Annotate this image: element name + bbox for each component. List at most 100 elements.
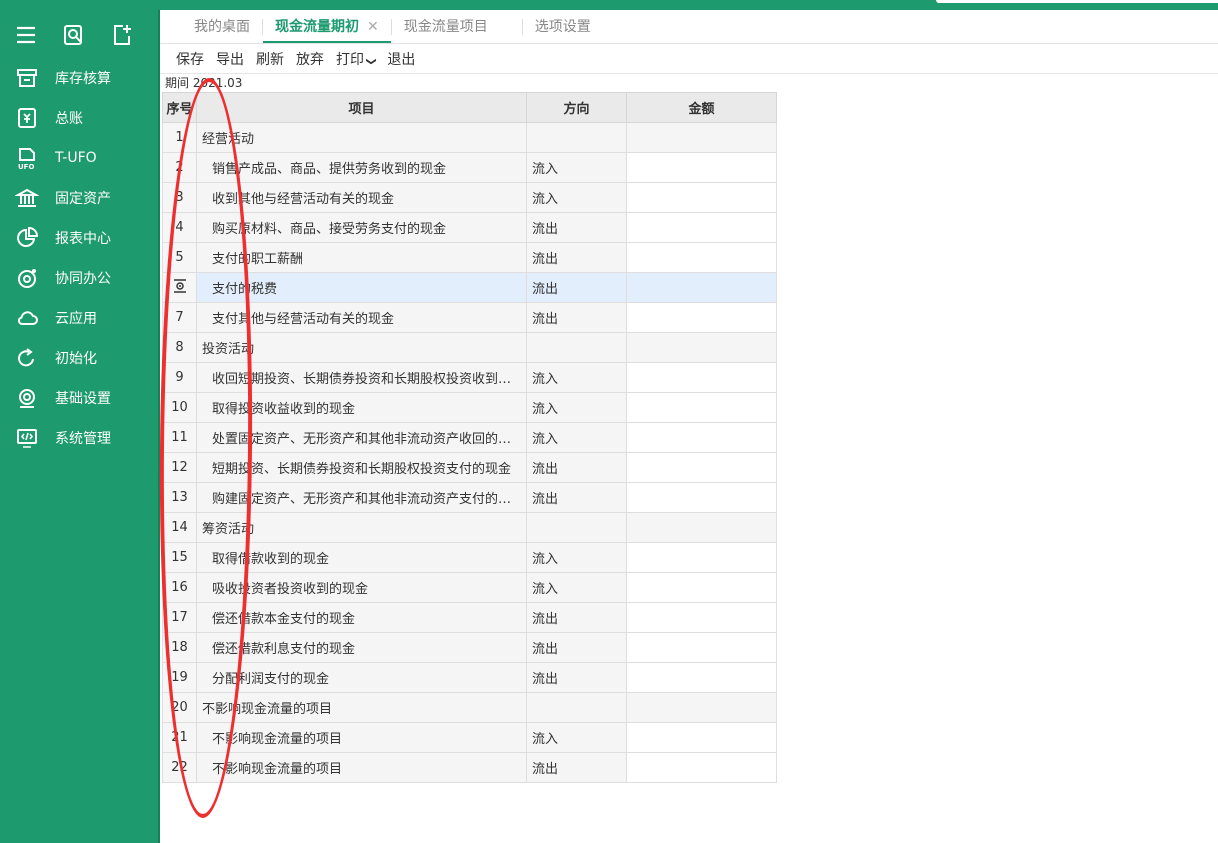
row-direction[interactable]: 流出 [526, 482, 627, 513]
sidebar-item-tufo[interactable]: UFO T-UFO [0, 138, 158, 178]
row-direction[interactable]: 流入 [526, 542, 627, 573]
print-button[interactable]: 打印 ❯ [336, 49, 377, 69]
row-amount[interactable] [626, 362, 777, 393]
row-amount[interactable] [626, 122, 777, 153]
row-direction[interactable]: 流入 [526, 152, 627, 183]
col-header-item[interactable]: 项目 [196, 92, 527, 123]
row-direction[interactable] [526, 122, 627, 153]
hamburger-icon[interactable] [14, 23, 38, 47]
row-item[interactable]: 收回短期投资、长期债券投资和长期股权投资收到… [196, 362, 527, 393]
table-row[interactable]: 18 偿还借款利息支付的现金 流出 [162, 632, 777, 663]
row-item[interactable]: 经营活动 [196, 122, 527, 153]
row-amount[interactable] [626, 662, 777, 693]
row-amount[interactable] [626, 482, 777, 513]
row-direction[interactable]: 流出 [526, 602, 627, 633]
col-header-index[interactable]: 序号 [162, 92, 197, 123]
table-row[interactable]: 21 不影响现金流量的项目 流入 [162, 722, 777, 753]
row-item[interactable]: 吸收投资者投资收到的现金 [196, 572, 527, 603]
row-direction[interactable]: 流入 [526, 572, 627, 603]
row-item[interactable]: 支付的职工薪酬 [196, 242, 527, 273]
row-amount[interactable] [626, 632, 777, 663]
row-item[interactable]: 销售产成品、商品、提供劳务收到的现金 [196, 152, 527, 183]
table-row[interactable]: 20 不影响现金流量的项目 [162, 692, 777, 723]
row-item[interactable]: 支付其他与经营活动有关的现金 [196, 302, 527, 333]
row-amount[interactable] [626, 692, 777, 723]
table-row[interactable]: 1 经营活动 [162, 122, 777, 153]
add-doc-icon[interactable] [110, 23, 134, 47]
row-edit-icon[interactable] [162, 272, 197, 303]
row-direction[interactable]: 流出 [526, 632, 627, 663]
tab-cash-flow-opening[interactable]: 现金流量期初 ✕ [263, 11, 391, 43]
table-row[interactable]: 支付的税费 流出 [162, 272, 777, 303]
row-direction[interactable]: 流出 [526, 662, 627, 693]
row-amount[interactable] [626, 752, 777, 783]
row-item[interactable]: 不影响现金流量的项目 [196, 752, 527, 783]
row-item[interactable]: 取得借款收到的现金 [196, 542, 527, 573]
table-row[interactable]: 2 销售产成品、商品、提供劳务收到的现金 流入 [162, 152, 777, 183]
tab-options[interactable]: 选项设置 [523, 11, 603, 43]
row-item[interactable]: 支付的税费 [196, 272, 527, 303]
row-amount[interactable] [626, 182, 777, 213]
col-header-amount[interactable]: 金额 [626, 92, 777, 123]
row-direction[interactable]: 流出 [526, 272, 627, 303]
row-amount[interactable] [626, 332, 777, 363]
table-row[interactable]: 3 收到其他与经营活动有关的现金 流入 [162, 182, 777, 213]
row-item[interactable]: 处置固定资产、无形资产和其他非流动资产收回的… [196, 422, 527, 453]
row-direction[interactable] [526, 692, 627, 723]
table-row[interactable]: 14 筹资活动 [162, 512, 777, 543]
table-row[interactable]: 19 分配利润支付的现金 流出 [162, 662, 777, 693]
search-doc-icon[interactable] [62, 23, 86, 47]
sidebar-item-cloud-app[interactable]: 云应用 [0, 298, 158, 338]
top-search-box[interactable] [936, 0, 1218, 3]
row-item[interactable]: 购买原材料、商品、接受劳务支付的现金 [196, 212, 527, 243]
table-row[interactable]: 17 偿还借款本金支付的现金 流出 [162, 602, 777, 633]
row-amount[interactable] [626, 242, 777, 273]
row-direction[interactable]: 流入 [526, 362, 627, 393]
close-icon[interactable]: ✕ [367, 19, 379, 35]
row-item[interactable]: 分配利润支付的现金 [196, 662, 527, 693]
row-direction[interactable]: 流入 [526, 722, 627, 753]
row-amount[interactable] [626, 152, 777, 183]
row-amount[interactable] [626, 602, 777, 633]
row-amount[interactable] [626, 722, 777, 753]
table-row[interactable]: 7 支付其他与经营活动有关的现金 流出 [162, 302, 777, 333]
row-item[interactable]: 不影响现金流量的项目 [196, 692, 527, 723]
row-item[interactable]: 投资活动 [196, 332, 527, 363]
sidebar-item-ledger[interactable]: 总账 [0, 98, 158, 138]
table-row[interactable]: 12 短期投资、长期债券投资和长期股权投资支付的现金 流出 [162, 452, 777, 483]
row-direction[interactable]: 流入 [526, 422, 627, 453]
row-item[interactable]: 收到其他与经营活动有关的现金 [196, 182, 527, 213]
row-amount[interactable] [626, 272, 777, 303]
row-item[interactable]: 不影响现金流量的项目 [196, 722, 527, 753]
sidebar-item-collab-office[interactable]: 协同办公 [0, 258, 158, 298]
row-direction[interactable]: 流入 [526, 392, 627, 423]
row-item[interactable]: 偿还借款利息支付的现金 [196, 632, 527, 663]
row-direction[interactable] [526, 512, 627, 543]
refresh-button[interactable]: 刷新 [256, 49, 284, 69]
tab-cash-flow-items[interactable]: 现金流量项目 [392, 11, 500, 43]
exit-button[interactable]: 退出 [387, 49, 415, 69]
table-row[interactable]: 13 购建固定资产、无形资产和其他非流动资产支付的… 流出 [162, 482, 777, 513]
sidebar-item-basic-settings[interactable]: 基础设置 [0, 378, 158, 418]
col-header-direction[interactable]: 方向 [526, 92, 627, 123]
row-amount[interactable] [626, 572, 777, 603]
row-amount[interactable] [626, 302, 777, 333]
row-direction[interactable]: 流出 [526, 752, 627, 783]
table-row[interactable]: 15 取得借款收到的现金 流入 [162, 542, 777, 573]
export-button[interactable]: 导出 [216, 49, 244, 69]
row-amount[interactable] [626, 212, 777, 243]
table-row[interactable]: 22 不影响现金流量的项目 流出 [162, 752, 777, 783]
row-direction[interactable] [526, 332, 627, 363]
table-row[interactable]: 10 取得投资收益收到的现金 流入 [162, 392, 777, 423]
sidebar-item-fixed-assets[interactable]: 固定资产 [0, 178, 158, 218]
table-row[interactable]: 9 收回短期投资、长期债券投资和长期股权投资收到… 流入 [162, 362, 777, 393]
row-item[interactable]: 偿还借款本金支付的现金 [196, 602, 527, 633]
row-direction[interactable]: 流入 [526, 182, 627, 213]
table-row[interactable]: 8 投资活动 [162, 332, 777, 363]
table-row[interactable]: 5 支付的职工薪酬 流出 [162, 242, 777, 273]
row-direction[interactable]: 流出 [526, 302, 627, 333]
tab-my-desktop[interactable]: 我的桌面 [182, 11, 262, 43]
sidebar-item-inventory[interactable]: 库存核算 [0, 58, 158, 98]
row-item[interactable]: 短期投资、长期债券投资和长期股权投资支付的现金 [196, 452, 527, 483]
sidebar-item-report-center[interactable]: 报表中心 [0, 218, 158, 258]
